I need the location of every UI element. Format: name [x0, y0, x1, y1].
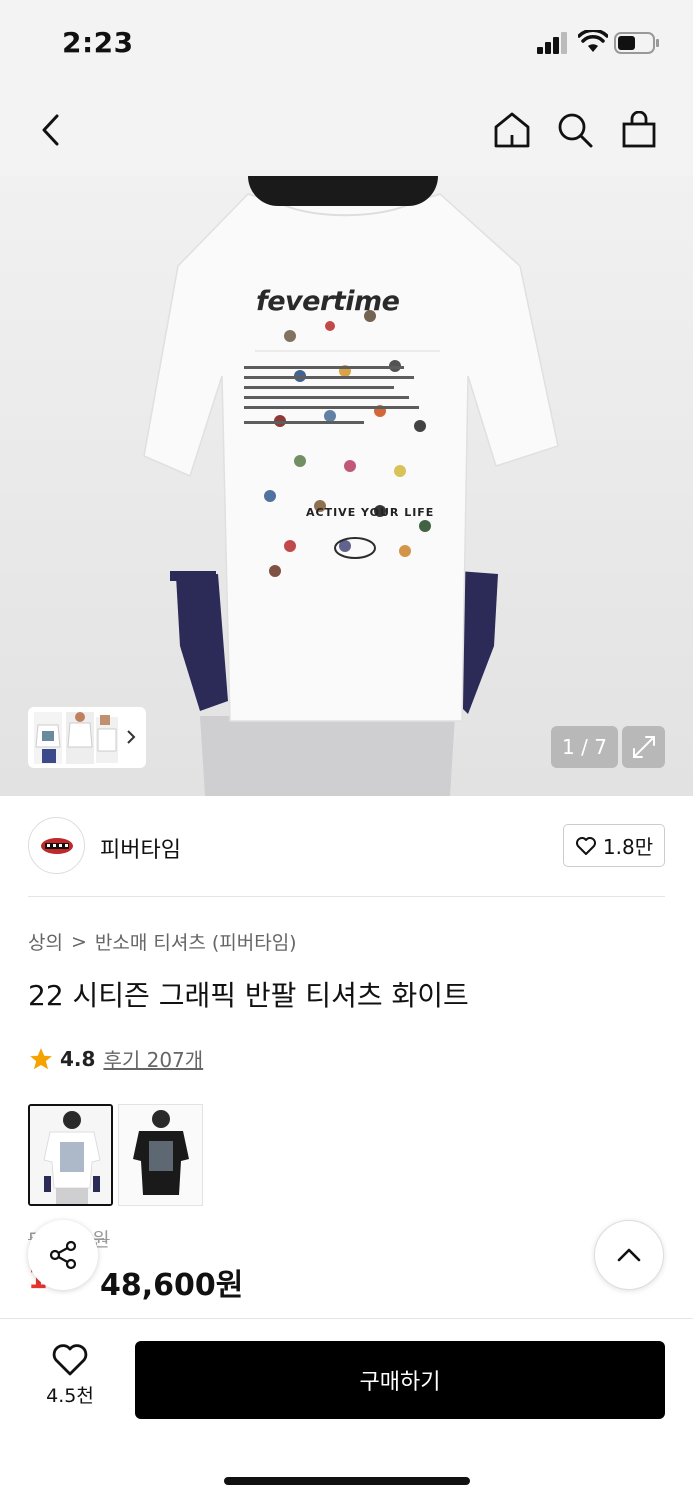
- brand-like-button[interactable]: 1.8만: [563, 824, 665, 867]
- back-button[interactable]: [28, 108, 72, 152]
- chevron-right-icon: [127, 730, 136, 744]
- wishlist-count: 4.5천: [46, 1385, 94, 1407]
- brand-row[interactable]: 피버타임 1.8만: [28, 815, 665, 877]
- expand-image-button[interactable]: [622, 726, 665, 768]
- product-photo: [143, 193, 559, 796]
- brand-like-count: 1.8만: [602, 835, 654, 859]
- shirt-print-title: fevertime: [256, 286, 400, 317]
- share-button[interactable]: [28, 1220, 98, 1290]
- image-counter: 1 / 7: [551, 726, 618, 768]
- rating-row[interactable]: 4.8 후기 207개: [28, 1044, 203, 1073]
- breadcrumb: 상의 > 반소매 티셔츠 (피버타임): [28, 928, 297, 955]
- thumbnail-strip[interactable]: [28, 707, 146, 768]
- buy-button[interactable]: 구매하기: [135, 1341, 665, 1419]
- review-count-link[interactable]: 후기 207개: [103, 1044, 203, 1073]
- product-title: 22 시티즌 그래픽 반팔 티셔츠 화이트: [28, 979, 469, 1012]
- battery-icon: [614, 32, 659, 54]
- heart-icon: [575, 836, 596, 855]
- rating-score: 4.8: [60, 1046, 96, 1071]
- sale-price: 48,600원: [100, 1268, 244, 1303]
- variant-black[interactable]: [118, 1104, 203, 1206]
- brand-name[interactable]: 피버타임: [100, 832, 181, 864]
- search-button[interactable]: [553, 108, 597, 152]
- variant-black-image: [119, 1105, 202, 1205]
- variant-white[interactable]: [28, 1104, 113, 1206]
- heart-icon: [52, 1344, 88, 1376]
- cellular-signal-icon: [537, 32, 567, 54]
- home-indicator: [224, 1477, 470, 1485]
- chevron-left-icon: [42, 114, 59, 146]
- expand-icon: [632, 736, 655, 758]
- search-icon: [558, 113, 593, 148]
- status-bar: 2:23: [0, 0, 693, 88]
- top-nav-bar: [0, 88, 693, 176]
- shirt-print-slogan: ACTIVE YOUR LIFE: [306, 506, 435, 519]
- bottom-action-bar: 4.5천 구매하기: [0, 1318, 693, 1500]
- brand-logo[interactable]: [28, 817, 85, 874]
- shopping-bag-icon: [622, 111, 656, 148]
- wifi-icon: [578, 30, 608, 52]
- scroll-to-top-button[interactable]: [594, 1220, 664, 1290]
- model-hair: [248, 176, 438, 206]
- product-image-carousel[interactable]: fevertime ACTIVE YOUR LIFE 1 / 7: [0, 176, 693, 796]
- brand-logo-icon: [40, 837, 73, 854]
- divider: [28, 896, 665, 897]
- wishlist-button[interactable]: 4.5천: [30, 1343, 110, 1423]
- home-icon: [494, 112, 530, 148]
- breadcrumb-subcategory[interactable]: 반소매 티셔츠 (피버타임): [95, 928, 297, 955]
- breadcrumb-category[interactable]: 상의: [28, 928, 63, 955]
- status-time: 2:23: [62, 26, 134, 59]
- home-button[interactable]: [490, 108, 534, 152]
- breadcrumb-separator: >: [70, 930, 87, 953]
- variant-white-image: [30, 1106, 111, 1204]
- share-icon: [49, 1240, 77, 1270]
- star-icon: [30, 1047, 52, 1069]
- chevron-up-icon: [617, 1248, 641, 1262]
- cart-button[interactable]: [617, 108, 661, 152]
